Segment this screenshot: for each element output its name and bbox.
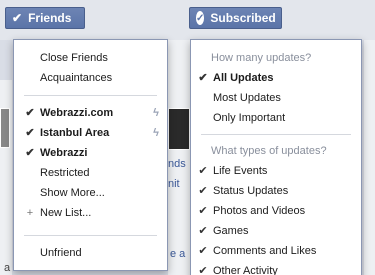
types-heading: What types of updates? <box>211 145 327 157</box>
check-icon: ✔ <box>25 147 35 159</box>
subscribed-button-label: Subscribed <box>210 11 276 25</box>
menu-item-webrazzi-com[interactable]: ✔ Webrazzi.com ϟ <box>14 103 167 123</box>
menu-item-label: Comments and Likes <box>213 245 317 257</box>
check-icon: ✔ <box>198 265 208 275</box>
check-icon: ✔ <box>12 11 23 25</box>
menu-item-label: Games <box>213 225 249 237</box>
check-icon: ✔ <box>198 185 208 197</box>
menu-item-label: Life Events <box>213 165 268 177</box>
bg-right-strip <box>364 40 375 275</box>
menu-item-most-updates[interactable]: Most Updates <box>191 88 361 108</box>
menu-item-new-list[interactable]: + New List... <box>14 203 167 223</box>
menu-divider <box>201 134 351 135</box>
lightning-icon: ϟ <box>153 107 159 119</box>
check-icon: ✔ <box>198 245 208 257</box>
menu-item-life-events[interactable]: ✔ Life Events <box>191 161 361 181</box>
menu-item-only-important[interactable]: Only Important <box>191 108 361 128</box>
check-icon: ✔ <box>25 107 35 119</box>
menu-item-istanbul-area[interactable]: ✔ Istanbul Area ϟ <box>14 123 167 143</box>
bg-link-2[interactable]: nit <box>168 178 180 190</box>
menu-item-photos-and-videos[interactable]: ✔ Photos and Videos <box>191 201 361 221</box>
menu-item-label: Status Updates <box>213 185 289 197</box>
menu-item-webrazzi[interactable]: ✔ Webrazzi <box>14 143 167 163</box>
menu-item-label: Close Friends <box>40 52 108 64</box>
check-icon: ✔ <box>25 127 35 139</box>
menu-divider <box>24 235 157 236</box>
bg-link-3[interactable]: e a <box>170 248 185 260</box>
plus-icon: + <box>26 207 34 219</box>
subscribed-button[interactable]: ✓ Subscribed <box>189 7 282 29</box>
menu-item-close-friends[interactable]: Close Friends <box>14 48 167 68</box>
check-icon: ✔ <box>198 225 208 237</box>
menu-item-label: Show More... <box>40 187 105 199</box>
updates-heading: How many updates? <box>211 52 312 64</box>
menu-item-games[interactable]: ✔ Games <box>191 221 361 241</box>
check-icon: ✔ <box>198 165 208 177</box>
menu-item-other-activity[interactable]: ✔ Other Activity <box>191 261 361 275</box>
friends-menu: Close Friends Acquaintances ✔ Webrazzi.c… <box>13 39 168 271</box>
bg-link-1[interactable]: nds <box>168 158 186 170</box>
menu-divider <box>24 95 157 96</box>
bg-photo-left <box>0 108 10 148</box>
check-icon: ✔ <box>198 72 208 84</box>
menu-item-all-updates[interactable]: ✔ All Updates <box>191 68 361 88</box>
menu-item-label: Webrazzi.com <box>40 107 114 119</box>
menu-item-label: Only Important <box>213 112 286 124</box>
menu-item-show-more[interactable]: Show More... <box>14 183 167 203</box>
bg-text-1: a <box>4 262 11 274</box>
subscribed-menu: How many updates? ✔ All Updates Most Upd… <box>190 39 362 275</box>
menu-item-acquaintances[interactable]: Acquaintances <box>14 68 167 88</box>
friends-button[interactable]: ✔ Friends <box>5 7 85 29</box>
menu-item-label: Other Activity <box>213 265 278 275</box>
menu-item-label: All Updates <box>213 72 274 84</box>
menu-item-status-updates[interactable]: ✔ Status Updates <box>191 181 361 201</box>
menu-item-label: Most Updates <box>213 92 281 104</box>
check-icon: ✔ <box>198 205 208 217</box>
menu-item-label: Unfriend <box>40 247 82 259</box>
menu-item-label: Istanbul Area <box>40 127 110 139</box>
menu-item-label: New List... <box>40 207 92 219</box>
menu-item-label: Restricted <box>40 167 90 179</box>
check-circle-icon: ✓ <box>196 11 205 25</box>
menu-item-unfriend[interactable]: Unfriend <box>14 243 167 263</box>
menu-item-restricted[interactable]: Restricted <box>14 163 167 183</box>
friends-button-label: Friends <box>28 11 72 25</box>
menu-item-label: Webrazzi <box>40 147 88 159</box>
menu-item-label: Photos and Videos <box>213 205 306 217</box>
menu-item-comments-and-likes[interactable]: ✔ Comments and Likes <box>191 241 361 261</box>
bg-photo <box>168 108 190 150</box>
menu-item-label: Acquaintances <box>40 72 113 84</box>
lightning-icon: ϟ <box>153 127 159 139</box>
